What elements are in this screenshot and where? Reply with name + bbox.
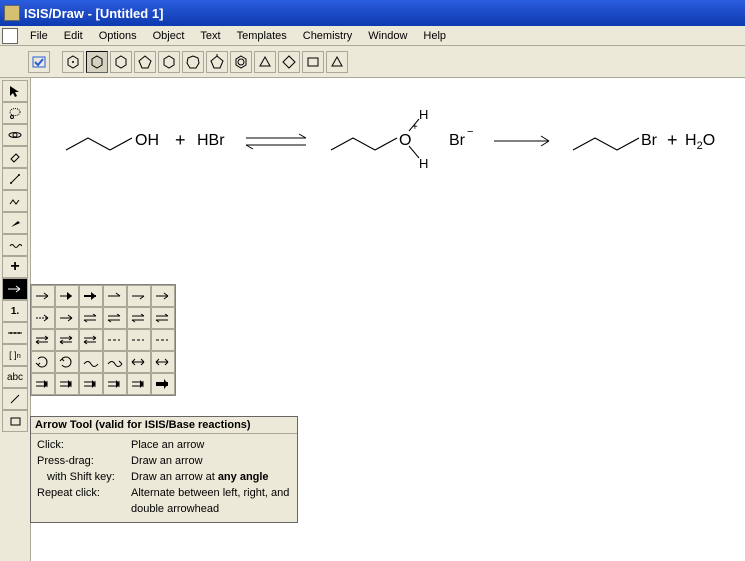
svg-text:H: H xyxy=(419,107,428,122)
svg-text:H: H xyxy=(419,156,428,171)
arrow-type-22[interactable] xyxy=(103,351,127,373)
lasso-tool[interactable] xyxy=(2,102,28,124)
check-tool[interactable] xyxy=(28,51,50,73)
tooltip-k2: Press-drag: xyxy=(37,454,131,470)
svg-text:Br: Br xyxy=(641,132,658,149)
tooltip-v2: Draw an arrow xyxy=(131,454,291,470)
sequence-tool[interactable] xyxy=(2,322,28,344)
arrow-type-30[interactable] xyxy=(151,373,175,395)
arrow-type-9[interactable] xyxy=(79,307,103,329)
menu-text[interactable]: Text xyxy=(192,28,228,44)
tooltip-title: Arrow Tool (valid for ISIS/Base reaction… xyxy=(31,417,297,434)
arrow-type-6[interactable] xyxy=(151,285,175,307)
tooltip-k1: Click: xyxy=(37,438,131,454)
menu-help[interactable]: Help xyxy=(415,28,454,44)
line-tool[interactable] xyxy=(2,388,28,410)
menu-templates[interactable]: Templates xyxy=(229,28,295,44)
arrow-type-19[interactable] xyxy=(31,351,55,373)
svg-text:H2O: H2O xyxy=(685,132,715,152)
tooltip-body: Click:Place an arrow Press-drag:Draw an … xyxy=(31,434,297,522)
triangle-tool[interactable] xyxy=(326,51,348,73)
arrow-type-2[interactable] xyxy=(55,285,79,307)
cyclobutane-tool[interactable] xyxy=(278,51,300,73)
app-icon xyxy=(4,5,20,21)
left-toolbar: + 1. [ ]n abc xyxy=(0,78,30,432)
arrow-tool-tooltip: Arrow Tool (valid for ISIS/Base reaction… xyxy=(30,416,298,523)
arrow-type-21[interactable] xyxy=(79,351,103,373)
rect-ring-tool[interactable] xyxy=(302,51,324,73)
menu-edit[interactable]: Edit xyxy=(56,28,91,44)
menu-chemistry[interactable]: Chemistry xyxy=(295,28,361,44)
menu-window[interactable]: Window xyxy=(360,28,415,44)
svg-text:−: − xyxy=(467,126,473,138)
arrow-type-24[interactable] xyxy=(151,351,175,373)
arrow-type-5[interactable] xyxy=(127,285,151,307)
tooltip-v1: Place an arrow xyxy=(131,438,291,454)
arrow-type-3[interactable] xyxy=(79,285,103,307)
arrow-type-12[interactable] xyxy=(151,307,175,329)
arrow-type-26[interactable] xyxy=(55,373,79,395)
arrow-type-10[interactable] xyxy=(103,307,127,329)
svg-text:HBr: HBr xyxy=(197,132,225,149)
map-tool[interactable]: 1. xyxy=(2,300,28,322)
arrow-type-20[interactable] xyxy=(55,351,79,373)
titlebar: ISIS/Draw - [Untitled 1] xyxy=(0,0,745,26)
atom-tool[interactable] xyxy=(2,124,28,146)
menu-options[interactable]: Options xyxy=(91,28,145,44)
svg-text:+: + xyxy=(412,122,418,133)
svg-text:Br: Br xyxy=(449,132,466,149)
window-title: ISIS/Draw - [Untitled 1] xyxy=(24,6,163,21)
hexagon2-tool[interactable] xyxy=(158,51,180,73)
arrow-tool[interactable] xyxy=(2,278,28,300)
pentagon-tool[interactable] xyxy=(134,51,156,73)
bond-tool[interactable] xyxy=(2,168,28,190)
svg-text:+: + xyxy=(175,130,186,150)
wedge-tool[interactable] xyxy=(2,212,28,234)
arrow-type-14[interactable] xyxy=(55,329,79,351)
pointer-tool[interactable] xyxy=(2,80,28,102)
ring-fill-tool[interactable] xyxy=(86,51,108,73)
text-tool[interactable]: abc xyxy=(2,366,28,388)
arrow-type-7[interactable] xyxy=(31,307,55,329)
arrow-type-23[interactable] xyxy=(127,351,151,373)
svg-text:+: + xyxy=(667,130,678,150)
tooltip-k4: Repeat click: xyxy=(37,486,131,518)
arrow-type-8[interactable] xyxy=(55,307,79,329)
hexagon-tool[interactable] xyxy=(110,51,132,73)
arrow-type-28[interactable] xyxy=(103,373,127,395)
tooltip-v4: Alternate between left, right, and doubl… xyxy=(131,486,291,518)
arrow-type-18[interactable] xyxy=(151,329,175,351)
wavy-tool[interactable] xyxy=(2,234,28,256)
doc-icon xyxy=(2,28,18,44)
rect-draw-tool[interactable] xyxy=(2,410,28,432)
cyclopropane-tool[interactable] xyxy=(254,51,276,73)
reaction-diagram: OH + HBr O H H + Br − Br + H2O xyxy=(31,78,731,198)
plus-tool[interactable]: + xyxy=(2,256,28,278)
bracket-tool[interactable]: [ ]n xyxy=(2,344,28,366)
tooltip-v3: Draw an arrow at any angle xyxy=(131,470,291,486)
top-toolbar xyxy=(0,46,745,78)
menu-object[interactable]: Object xyxy=(145,28,193,44)
arrow-type-1[interactable] xyxy=(31,285,55,307)
menu-file[interactable]: File xyxy=(22,28,56,44)
cyclopentadiene-tool[interactable] xyxy=(206,51,228,73)
tooltip-k3: with Shift key: xyxy=(37,470,131,486)
arrow-type-25[interactable] xyxy=(31,373,55,395)
arrow-type-16[interactable] xyxy=(103,329,127,351)
benzene-tool[interactable] xyxy=(230,51,252,73)
ring-dot-tool[interactable] xyxy=(62,51,84,73)
arrow-flyout xyxy=(30,284,176,396)
arrow-type-4[interactable] xyxy=(103,285,127,307)
menubar: File Edit Options Object Text Templates … xyxy=(0,26,745,46)
arrow-type-17[interactable] xyxy=(127,329,151,351)
heptagon-tool[interactable] xyxy=(182,51,204,73)
arrow-type-11[interactable] xyxy=(127,307,151,329)
arrow-type-29[interactable] xyxy=(127,373,151,395)
arrow-type-15[interactable] xyxy=(79,329,103,351)
arrow-type-27[interactable] xyxy=(79,373,103,395)
svg-text:OH: OH xyxy=(135,132,159,149)
chain-tool[interactable] xyxy=(2,190,28,212)
eraser-tool[interactable] xyxy=(2,146,28,168)
arrow-type-13[interactable] xyxy=(31,329,55,351)
